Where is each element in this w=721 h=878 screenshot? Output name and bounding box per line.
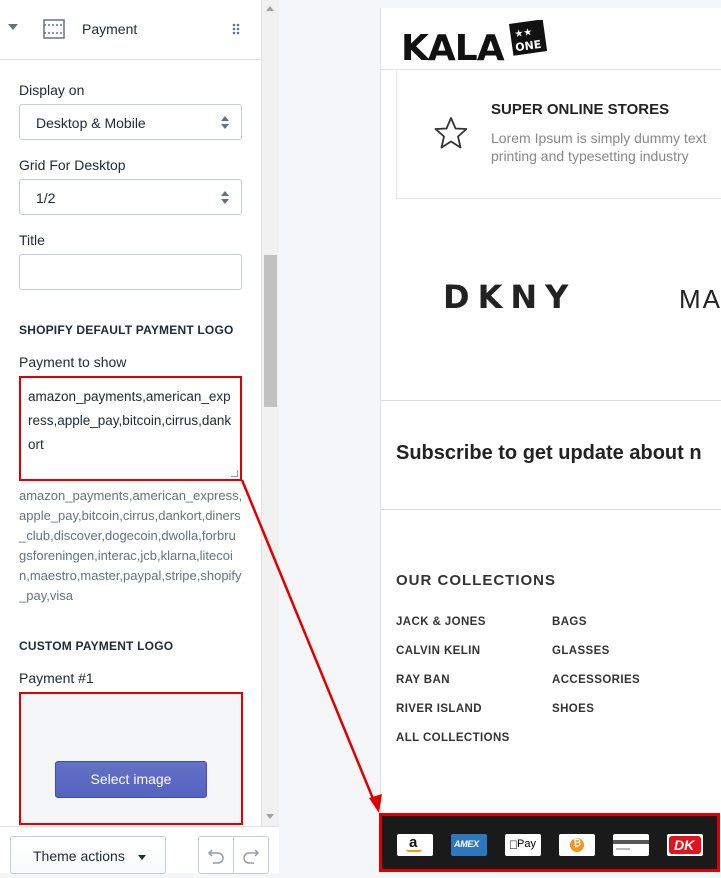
feature-text: Lorem Ipsum is simply dummy text printin… — [491, 129, 721, 165]
display-on-select[interactable]: Desktop & Mobile — [19, 104, 242, 140]
redo-icon — [243, 849, 260, 864]
bitcoin-mark: ₿ — [573, 838, 582, 849]
divider — [381, 69, 721, 70]
collection-link[interactable]: ALL COLLECTIONS — [396, 732, 510, 744]
amex-mark: AMEX — [454, 839, 479, 849]
payment-help-text: amazon_payments,american_express,apple_p… — [19, 488, 243, 603]
select-image-button[interactable]: Select image — [55, 761, 207, 798]
star-icon — [434, 117, 468, 149]
payment-icons-strip: a AMEX  Pay ₿ DK — [379, 813, 720, 872]
resize-grip-icon[interactable] — [231, 470, 238, 477]
payment-1-label: Payment #1 — [19, 670, 94, 686]
brand-logo-dkny[interactable]: DKNY — [443, 278, 576, 316]
payment-to-show-label: Payment to show — [19, 354, 127, 370]
svg-text:KALA: KALA — [401, 28, 505, 66]
collection-link[interactable]: CALVIN KELIN — [396, 645, 480, 657]
theme-actions-button[interactable]: Theme actions — [10, 836, 166, 874]
collection-link[interactable]: BAGS — [552, 616, 587, 628]
collection-link[interactable]: SHOES — [552, 703, 594, 715]
settings-panel: Payment Display on Desktop & Mobile Grid… — [0, 0, 262, 873]
grid-desktop-label: Grid For Desktop — [19, 157, 126, 173]
divider — [381, 400, 721, 401]
apple-pay-icon:  Pay — [505, 834, 541, 856]
panel-scrollbar[interactable] — [262, 0, 279, 826]
feature-text-value: Lorem Ipsum is simply dummy text printin… — [491, 130, 707, 164]
dankort-icon: DK — [667, 834, 703, 856]
grid-desktop-value: 1/2 — [36, 190, 56, 206]
amex-icon: AMEX — [451, 834, 487, 856]
section-title: Payment — [82, 21, 138, 37]
title-label: Title — [19, 232, 45, 248]
panel-footer: Theme actions — [0, 826, 279, 874]
theme-actions-label: Theme actions — [33, 848, 125, 864]
feature-title: SUPER ONLINE STORES — [491, 101, 670, 118]
amazon-payments-icon: a — [397, 834, 433, 856]
image-picker[interactable]: Select image — [19, 692, 243, 825]
scroll-down-icon[interactable] — [266, 814, 274, 819]
custom-payment-heading: CUSTOM PAYMENT LOGO — [19, 639, 174, 653]
feature-box: SUPER ONLINE STORES Lorem Ipsum is simpl… — [396, 71, 721, 199]
display-on-value: Desktop & Mobile — [36, 115, 146, 131]
section-header[interactable]: Payment — [0, 0, 262, 60]
scrollbar-thumb[interactable] — [264, 255, 277, 407]
section-block-icon — [43, 19, 65, 39]
shopify-payment-heading: SHOPIFY DEFAULT PAYMENT LOGO — [19, 323, 234, 337]
grid-desktop-select[interactable]: 1/2 — [19, 179, 242, 215]
collection-link[interactable]: RAY BAN — [396, 674, 450, 686]
kala-logo-icon: KALA ★★ ONE — [401, 20, 548, 66]
subscribe-heading: Subscribe to get update about n — [396, 442, 702, 464]
bitcoin-icon: ₿ — [559, 834, 595, 856]
dankort-mark: DK — [674, 837, 695, 853]
scroll-up-icon[interactable] — [266, 6, 274, 11]
collection-link[interactable]: RIVER ISLAND — [396, 703, 482, 715]
title-input[interactable] — [19, 254, 242, 290]
select-arrows-icon — [221, 191, 229, 205]
collapse-caret-icon[interactable] — [8, 24, 18, 30]
caret-down-icon — [138, 855, 146, 860]
undo-icon — [207, 849, 224, 864]
cirrus-icon — [613, 834, 649, 856]
undo-button[interactable] — [198, 836, 234, 874]
payment-to-show-textarea[interactable]: amazon_payments,american_express,apple_p… — [19, 376, 242, 481]
divider — [381, 509, 721, 510]
collection-link[interactable]: JACK & JONES — [396, 616, 486, 628]
store-preview: KALA ★★ ONE SUPER ONLINE STORES Lorem Ip… — [380, 8, 721, 873]
brand-logo-next[interactable]: MA — [679, 284, 721, 315]
collection-link[interactable]: GLASSES — [552, 645, 610, 657]
collections-title: OUR COLLECTIONS — [396, 572, 556, 589]
redo-button[interactable] — [233, 836, 269, 874]
collection-link[interactable]: ACCESSORIES — [552, 674, 640, 686]
display-on-label: Display on — [19, 82, 85, 98]
payment-to-show-value: amazon_payments,american_express,apple_p… — [28, 389, 232, 452]
drag-handle-icon[interactable] — [231, 23, 241, 35]
apple-pay-mark: Pay — [517, 838, 536, 850]
select-arrows-icon — [221, 116, 229, 130]
